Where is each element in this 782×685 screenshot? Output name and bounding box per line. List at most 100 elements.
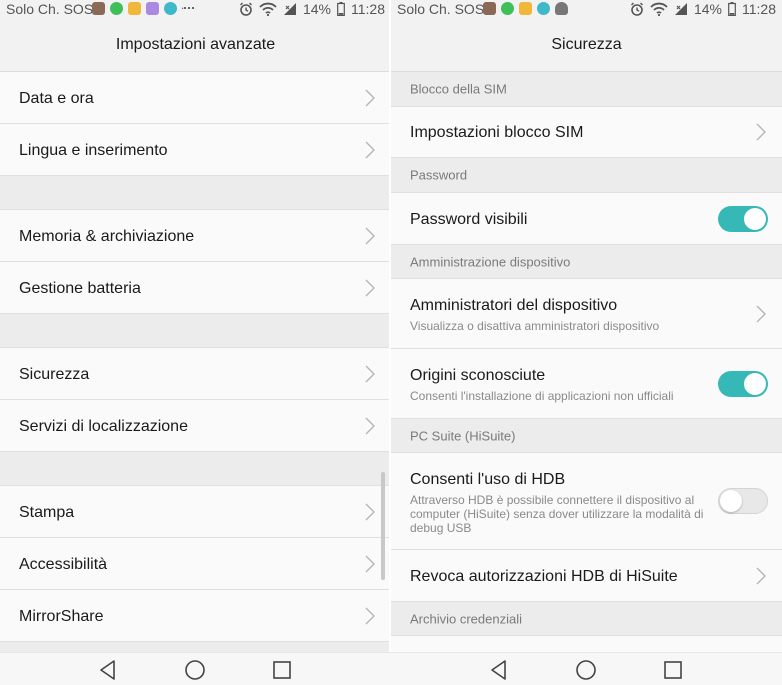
android-notification-icon — [555, 2, 568, 15]
wifi-icon — [259, 2, 277, 16]
settings-item-label: Lingua e inserimento — [19, 142, 168, 159]
page-title: Sicurezza — [391, 18, 782, 72]
settings-item-label: Consenti l'uso di HDB — [410, 471, 566, 488]
notification-icons — [483, 2, 568, 15]
settings-item-label: Memoria & archiviazione — [19, 228, 195, 245]
section-header-password: Password — [391, 158, 782, 193]
chevron-right-icon — [365, 417, 375, 434]
skype-notification-icon — [537, 2, 550, 15]
toggle-knob — [744, 207, 766, 230]
system-status: 14% 11:28 — [630, 1, 776, 17]
chevron-right-icon — [365, 555, 375, 572]
settings-item-device-admins[interactable]: Amministratori del dispositivo Visualizz… — [391, 279, 782, 349]
chevron-right-icon — [365, 607, 375, 624]
settings-item-label: Password visibili — [410, 211, 528, 228]
settings-item-label: Revoca autorizzazioni HDB di HiSuite — [410, 568, 678, 585]
settings-item-security[interactable]: Sicurezza — [0, 348, 391, 400]
carrier-label: Solo Ch. SOS — [397, 1, 485, 17]
settings-item-storage[interactable]: Memoria & archiviazione — [0, 210, 391, 262]
battery-percent: 14% — [693, 1, 722, 17]
chevron-right-icon — [365, 365, 375, 382]
settings-item-subtitle: Visualizza o disattiva amministratori di… — [410, 319, 660, 333]
whatsapp-notification-icon — [110, 2, 123, 15]
toggle-knob — [720, 490, 742, 512]
carrier-label: Solo Ch. SOS — [6, 1, 94, 17]
section-header-label: PC Suite (HiSuite) — [410, 428, 516, 443]
toggle-knob — [744, 372, 766, 395]
whatsapp-notification-icon — [501, 2, 514, 15]
settings-item-show-password[interactable]: Password visibili — [391, 193, 782, 245]
settings-item-partial[interactable] — [391, 636, 782, 652]
wifi-icon — [650, 2, 668, 16]
app-notification-icon — [146, 2, 159, 15]
more-notifications-icon — [182, 6, 196, 11]
settings-item-revoke-hdb[interactable]: Revoca autorizzazioni HDB di HiSuite — [391, 550, 782, 602]
settings-item-label: Sicurezza — [19, 366, 90, 383]
nav-recents-icon[interactable] — [271, 659, 293, 681]
page-title: Impostazioni avanzate — [0, 18, 391, 72]
nav-home-icon[interactable] — [184, 659, 206, 681]
notification-icons — [92, 2, 196, 15]
section-header-sim: Blocco della SIM — [391, 72, 782, 107]
nav-back-icon[interactable] — [97, 659, 119, 681]
settings-item-hdb[interactable]: Consenti l'uso di HDB Attraverso HDB è p… — [391, 453, 782, 550]
app-notification-icon — [128, 2, 141, 15]
section-header-label: Archivio credenziali — [410, 611, 522, 626]
section-header-device-admin: Amministrazione dispositivo — [391, 245, 782, 279]
show-password-toggle[interactable] — [718, 205, 768, 232]
clock: 11:28 — [742, 1, 776, 17]
hdb-toggle[interactable] — [718, 488, 768, 514]
photo-notification-icon — [483, 2, 496, 15]
chevron-right-icon — [365, 279, 375, 296]
settings-item-language-input[interactable]: Lingua e inserimento — [0, 124, 391, 176]
section-header-label: Password — [410, 167, 468, 183]
settings-item-location[interactable]: Servizi di localizzazione — [0, 400, 391, 452]
settings-item-unknown-sources[interactable]: Origini sconosciute Consenti l'installaz… — [391, 349, 782, 419]
section-header-pc-suite: PC Suite (HiSuite) — [391, 419, 782, 453]
settings-item-print[interactable]: Stampa — [0, 486, 391, 538]
chevron-right-icon — [756, 123, 766, 141]
settings-item-sim-lock[interactable]: Impostazioni blocco SIM — [391, 107, 782, 158]
chevron-right-icon — [756, 305, 766, 322]
nav-recents-icon[interactable] — [662, 659, 684, 681]
settings-item-label: Gestione batteria — [19, 280, 141, 297]
battery-icon — [337, 2, 345, 16]
settings-item-label: Data e ora — [19, 90, 94, 107]
alarm-icon — [239, 2, 252, 16]
scrollbar[interactable] — [381, 472, 385, 580]
settings-item-date-time[interactable]: Data e ora — [0, 72, 391, 124]
signal-icon — [674, 3, 687, 15]
app-notification-icon — [519, 2, 532, 15]
battery-percent: 14% — [302, 1, 331, 17]
clock: 11:28 — [351, 1, 385, 17]
settings-item-mirrorshare[interactable]: MirrorShare — [0, 590, 391, 642]
battery-icon — [728, 2, 736, 16]
settings-item-label: MirrorShare — [19, 608, 104, 625]
nav-back-icon[interactable] — [488, 659, 510, 681]
settings-item-subtitle: Attraverso HDB è possibile connettere il… — [410, 493, 704, 535]
screens: Solo Ch. SOS 14% 11:28 Impostazioni avan… — [0, 0, 782, 652]
navigation-bar — [0, 652, 782, 685]
section-header-credentials: Archivio credenziali — [391, 602, 782, 636]
chevron-right-icon — [756, 567, 766, 584]
nav-home-icon[interactable] — [575, 659, 597, 681]
security-screen: Solo Ch. SOS 14% 11:28 Sicurezza Blocco … — [391, 0, 782, 652]
group-spacer — [0, 642, 391, 652]
unknown-sources-toggle[interactable] — [718, 370, 768, 397]
settings-item-accessibility[interactable]: Accessibilità — [0, 538, 391, 590]
settings-item-label: Amministratori del dispositivo — [410, 297, 618, 314]
chevron-right-icon — [365, 503, 375, 520]
advanced-settings-screen: Solo Ch. SOS 14% 11:28 Impostazioni avan… — [0, 0, 391, 652]
settings-item-label: Accessibilità — [19, 556, 108, 573]
settings-item-label: Impostazioni blocco SIM — [410, 124, 584, 141]
settings-item-battery[interactable]: Gestione batteria — [0, 262, 391, 314]
alarm-icon — [630, 2, 643, 16]
chevron-right-icon — [365, 89, 375, 106]
skype-notification-icon — [164, 2, 177, 15]
settings-list: Data e ora Lingua e inserimento Memoria … — [0, 72, 391, 652]
signal-icon — [283, 3, 296, 15]
group-spacer — [0, 176, 391, 210]
section-header-label: Amministrazione dispositivo — [410, 254, 571, 269]
settings-item-label: Stampa — [19, 504, 75, 521]
status-bar: Solo Ch. SOS 14% 11:28 — [391, 0, 782, 18]
